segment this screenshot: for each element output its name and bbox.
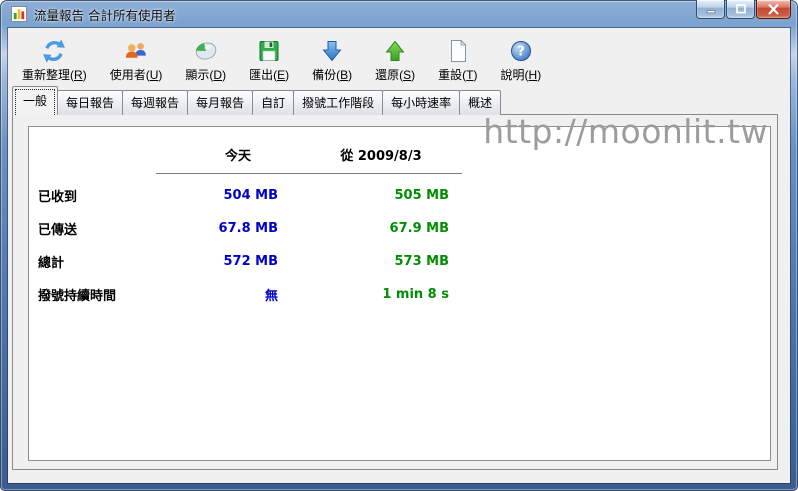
- value-since-received: 505 MB: [394, 188, 449, 203]
- toolbar-label-text: 還原: [375, 68, 400, 82]
- backup-icon: [318, 37, 346, 64]
- titlebar[interactable]: 流量報告 合計所有使用者: [0, 0, 798, 28]
- toolbar-button-label: 說明(H): [501, 66, 542, 83]
- window-title: 流量報告 合計所有使用者: [34, 7, 176, 23]
- accel-key: T: [466, 68, 474, 82]
- toolbar-label-text: 說明: [500, 68, 525, 82]
- value-today-dialup-duration: 無: [264, 289, 278, 304]
- caption-buttons: [696, 0, 791, 19]
- accel-paren-close: ): [158, 68, 163, 82]
- tab-daily-report[interactable]: 每日報告: [57, 90, 124, 115]
- row-label-dialup-duration: 撥號持續時間: [38, 289, 117, 304]
- header-separator-line: [156, 172, 462, 174]
- toolbar-button-label: 顯示(D): [185, 66, 226, 83]
- value-today-sent: 67.8 MB: [218, 221, 278, 236]
- watermark: http://moonlit.tw: [483, 112, 768, 151]
- accel-key: E: [277, 68, 286, 82]
- display-button[interactable]: 顯示(D): [178, 35, 233, 83]
- tab-label: 每月報告: [196, 96, 245, 110]
- toolbar-button-label: 重設(T): [438, 66, 477, 83]
- export-button[interactable]: 匯出(E): [242, 35, 296, 83]
- maximize-icon: [735, 4, 746, 14]
- toolbar-label-text: 重設: [438, 68, 463, 82]
- toolbar-label-text: 顯示: [185, 68, 210, 82]
- accel-key: B: [340, 68, 349, 82]
- column-header-since: 從 2009/8/3: [340, 148, 422, 164]
- svg-text:?: ?: [517, 44, 525, 59]
- toolbar-button-label: 匯出(E): [249, 66, 289, 83]
- help-button[interactable]: ? 說明(H): [494, 35, 549, 83]
- value-since-total: 573 MB: [394, 254, 449, 269]
- row-label-total: 總計: [38, 256, 65, 271]
- tab-dialup-sessions[interactable]: 撥號工作階段: [293, 90, 384, 115]
- accel-paren-close: ): [285, 68, 290, 82]
- value-today-total: 572 MB: [223, 254, 278, 269]
- tab-custom[interactable]: 自訂: [252, 90, 295, 115]
- toolbar: 重新整理(R) 使用者(U) 顯示(D) 匯出(E) 備份(B) 還原(S) 重設(T)? 說…: [8, 28, 790, 90]
- toolbar-button-label: 使用者(U): [110, 66, 163, 83]
- tab-label: 自訂: [261, 96, 286, 110]
- accel-paren-close: ): [411, 68, 416, 82]
- minimize-icon: [706, 10, 715, 14]
- close-icon: [768, 3, 779, 14]
- toolbar-label-text: 備份: [312, 68, 337, 82]
- value-since-sent: 67.9 MB: [389, 221, 449, 236]
- accel-paren-close: ): [222, 68, 227, 82]
- accel-paren-close: ): [473, 68, 478, 82]
- tab-label: 撥號工作階段: [302, 96, 375, 110]
- report-panel: 今天 從 2009/8/3 已收到 504 MB 505 MB 已傳送 67.8 MB 6…: [28, 126, 771, 461]
- refresh-icon: [40, 37, 68, 64]
- close-button[interactable]: [756, 0, 791, 19]
- toolbar-label-text: 使用者: [109, 68, 146, 82]
- toolbar-button-label: 備份(B): [312, 66, 352, 83]
- row-label-sent: 已傳送: [38, 223, 78, 238]
- toolbar-button-label: 還原(S): [375, 66, 415, 83]
- column-header-spacer: [38, 141, 156, 167]
- toolbar-label-text: 重新整理: [22, 68, 71, 82]
- accel-key: H: [528, 68, 538, 82]
- tab-weekly-report[interactable]: 每週報告: [122, 90, 189, 115]
- value-today-received: 504 MB: [223, 188, 278, 203]
- toolbar-button-label: 重新整理(R): [22, 66, 87, 83]
- reset-icon: [444, 37, 472, 64]
- display-icon: [192, 37, 220, 64]
- restore-icon: [381, 37, 409, 64]
- toolbar-label-text: 匯出: [249, 68, 274, 82]
- accel-key: D: [213, 68, 223, 82]
- tab-general[interactable]: 一般: [12, 86, 59, 115]
- accel-paren-close: ): [537, 68, 542, 82]
- accel-paren-close: ): [82, 68, 87, 82]
- tab-label: 一般: [23, 94, 48, 108]
- report-table: 今天 從 2009/8/3 已收到 504 MB 505 MB 已傳送 67.8 MB 6…: [38, 141, 770, 311]
- accel-paren-close: ): [348, 68, 353, 82]
- client-area: 重新整理(R) 使用者(U) 顯示(D) 匯出(E) 備份(B) 還原(S) 重設(T)? 說…: [8, 28, 790, 483]
- traffic-chart-icon: [11, 6, 27, 22]
- tab-panel-general: 今天 從 2009/8/3 已收到 504 MB 505 MB 已傳送 67.8 MB 6…: [12, 114, 778, 470]
- tab-label: 概述: [468, 96, 493, 110]
- refresh-button[interactable]: 重新整理(R): [15, 35, 94, 83]
- maximize-button[interactable]: [726, 0, 755, 19]
- backup-button[interactable]: 備份(B): [305, 35, 359, 83]
- row-label-received: 已收到: [38, 190, 78, 205]
- reset-button[interactable]: 重設(T): [431, 35, 484, 83]
- restore-button[interactable]: 還原(S): [368, 35, 422, 83]
- tab-hourly-rate[interactable]: 每小時速率: [382, 90, 461, 115]
- accel-key: R: [74, 68, 83, 82]
- app-window: 流量報告 合計所有使用者 重新整理(R) 使用者(U) 顯示(D) 匯出(E) 備份(B…: [0, 0, 798, 491]
- tab-monthly-report[interactable]: 每月報告: [187, 90, 254, 115]
- tab-label: 每日報告: [66, 96, 115, 110]
- users-icon: [122, 37, 150, 64]
- export-icon: [255, 37, 283, 64]
- users-button[interactable]: 使用者(U): [103, 35, 170, 83]
- column-header-today: 今天: [224, 148, 251, 164]
- value-since-dialup-duration: 1 min 8 s: [382, 287, 449, 302]
- tab-label: 每小時速率: [391, 96, 452, 110]
- minimize-button[interactable]: [696, 0, 725, 19]
- help-icon: ?: [507, 37, 535, 64]
- accel-key: S: [403, 68, 412, 82]
- tab-label: 每週報告: [131, 96, 180, 110]
